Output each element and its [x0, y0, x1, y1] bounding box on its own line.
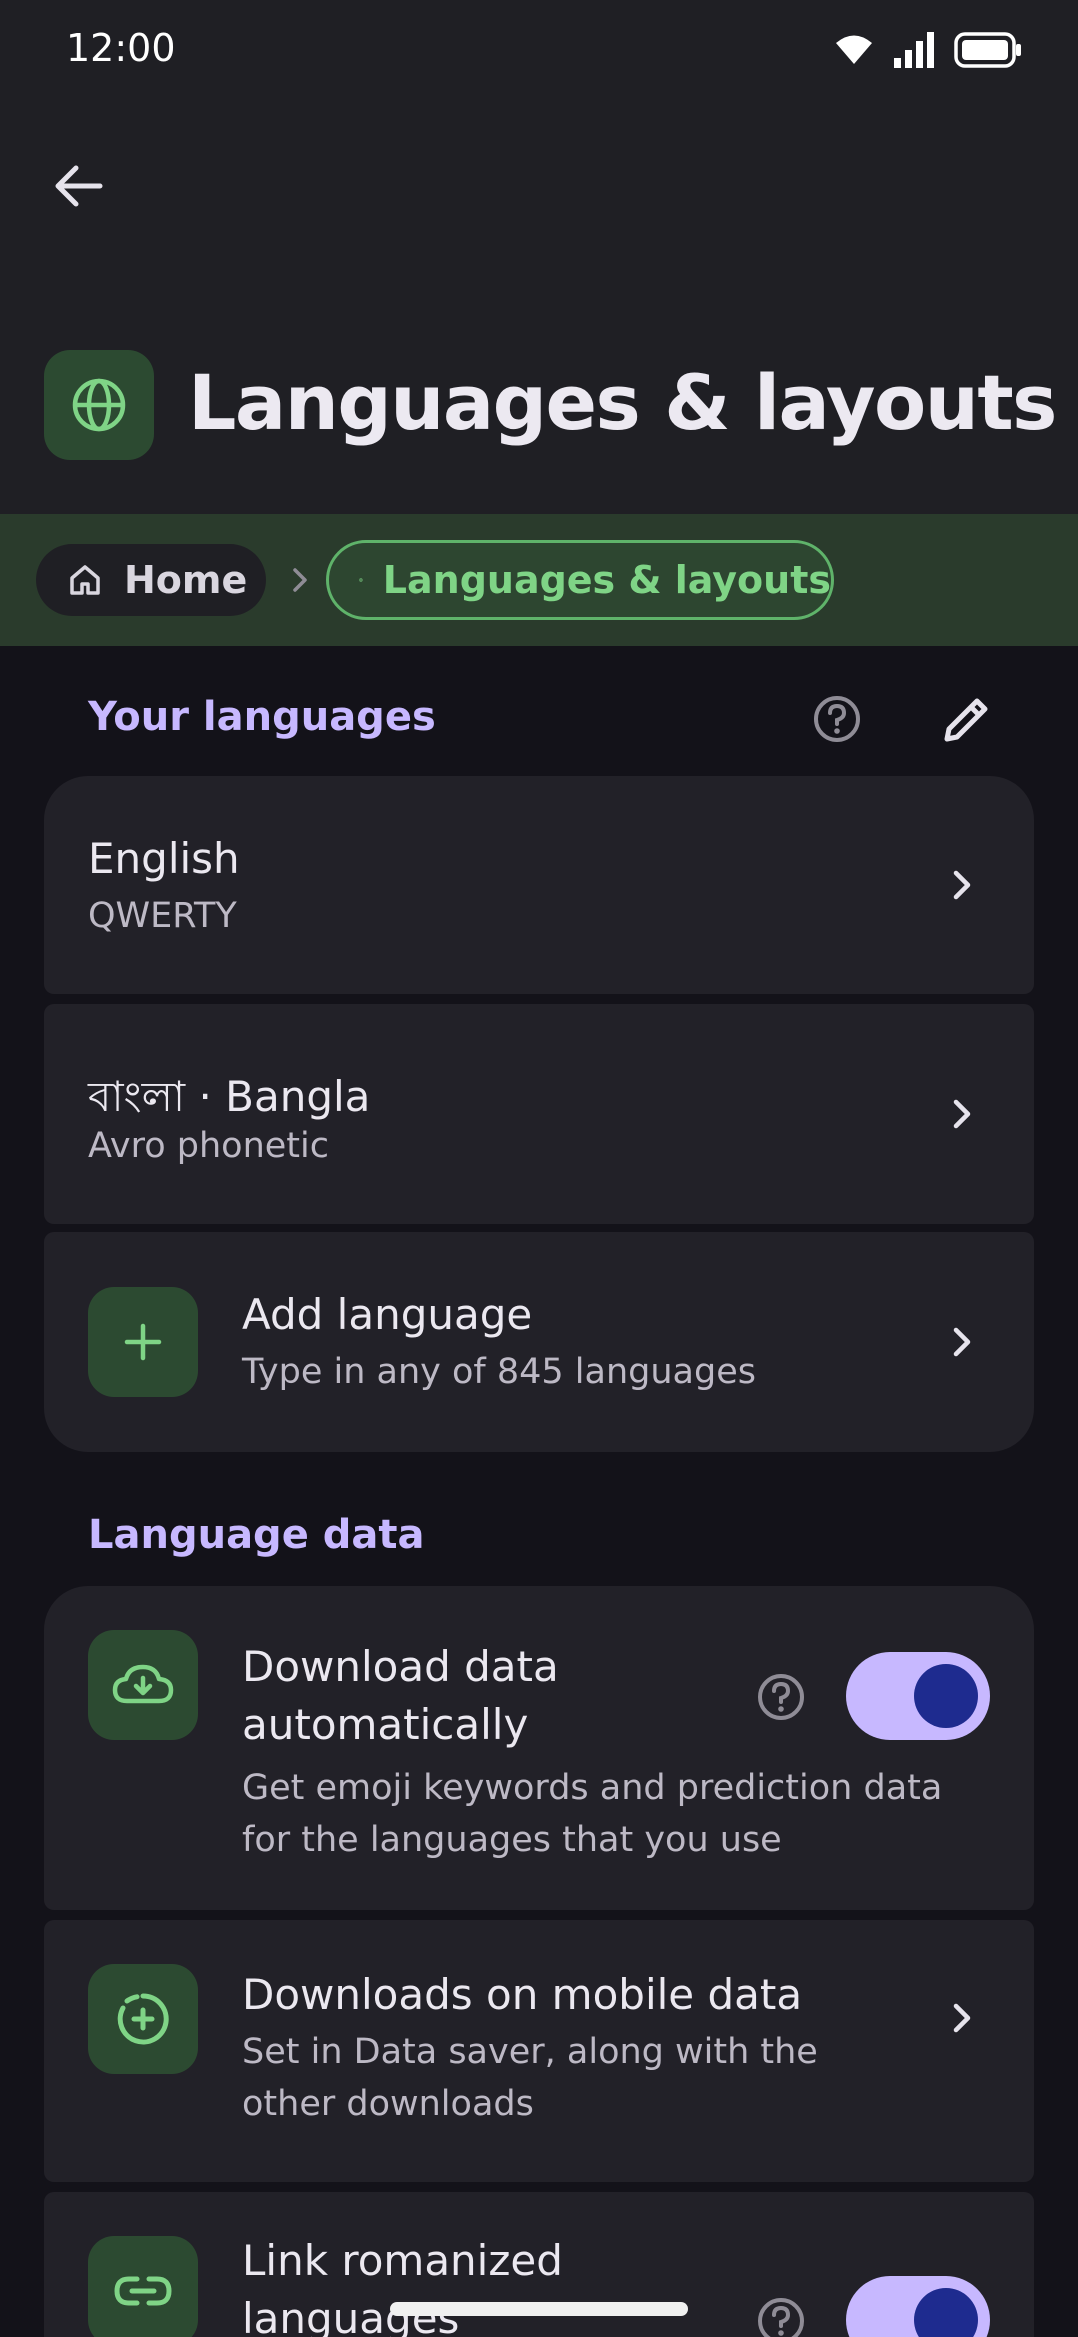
toggle-knob — [914, 1664, 978, 1728]
back-button[interactable] — [40, 148, 116, 224]
help-circle-icon — [758, 2298, 804, 2337]
add-language-title: Add language — [242, 1290, 533, 1339]
wifi-icon — [836, 35, 872, 64]
mobile-data-subtitle-line1: Set in Data saver, along with the — [242, 2032, 818, 2072]
help-button[interactable] — [802, 684, 872, 754]
data-saver-icon — [117, 1993, 169, 2045]
pencil-icon — [944, 698, 988, 742]
cloud-download-badge — [88, 1630, 198, 1740]
link-icon — [114, 2276, 172, 2306]
home-icon — [70, 565, 100, 595]
help-circle-icon — [758, 1674, 804, 1720]
status-bar: 12:00 — [0, 0, 1078, 96]
breadcrumb-home-label: Home — [124, 558, 248, 602]
plus-icon — [124, 1323, 162, 1361]
add-language-subtitle: Type in any of 845 languages — [242, 1352, 756, 1392]
language-item-subtitle: QWERTY — [88, 896, 237, 936]
breadcrumb-current-label: Languages & layouts — [382, 558, 831, 602]
download-auto-title-line1: Download data — [242, 1642, 559, 1691]
breadcrumb-home[interactable]: Home — [36, 544, 266, 616]
section-header-language-data: Language data — [88, 1512, 425, 1558]
help-button[interactable] — [746, 1662, 816, 1732]
downloads-mobile-data-item[interactable]: Downloads on mobile data Set in Data sav… — [44, 1920, 1034, 2182]
chevron-right-icon — [953, 1327, 971, 1357]
download-auto-title-line2: automatically — [242, 1700, 529, 1749]
status-time: 12:00 — [66, 26, 176, 70]
edit-languages-button[interactable] — [932, 684, 1002, 754]
section-header-your-languages: Your languages — [88, 694, 436, 740]
help-button[interactable] — [746, 2286, 816, 2337]
chevron-right-icon — [293, 568, 307, 592]
title-globe-badge — [44, 350, 154, 460]
app-bar: Languages & layouts — [0, 96, 1078, 514]
arrow-back-icon — [55, 165, 103, 207]
data-saver-badge — [88, 1964, 198, 2074]
download-auto-toggle[interactable] — [846, 1652, 990, 1740]
language-item-bangla[interactable]: বাংলা · Bangla Avro phonetic — [44, 1004, 1034, 1224]
battery-icon — [954, 32, 1021, 68]
language-item-subtitle: Avro phonetic — [88, 1126, 329, 1166]
help-circle-icon — [814, 696, 860, 742]
globe-icon — [72, 378, 126, 432]
link-romanized-title-line1: Link romanized — [242, 2236, 563, 2285]
download-data-automatically-item[interactable]: Download data automatically Get emoji ke… — [44, 1586, 1034, 1910]
status-icons — [834, 28, 1022, 72]
chevron-right-icon — [953, 1099, 971, 1129]
mobile-data-title: Downloads on mobile data — [242, 1970, 803, 2019]
link-romanized-toggle[interactable] — [846, 2276, 990, 2337]
page-title: Languages & layouts — [188, 358, 1057, 447]
download-auto-subtitle-line2: for the languages that you use — [242, 1820, 782, 1860]
signal-icon — [894, 32, 934, 68]
gesture-home-indicator[interactable] — [390, 2302, 688, 2316]
cloud-download-icon — [112, 1664, 174, 1704]
toggle-knob — [914, 2288, 978, 2337]
mobile-data-subtitle-line2: other downloads — [242, 2084, 534, 2124]
chevron-right-icon — [953, 2003, 971, 2033]
link-badge — [88, 2236, 198, 2337]
download-auto-subtitle-line1: Get emoji keywords and prediction data — [242, 1768, 943, 1808]
breadcrumb: Home Languages & layouts — [0, 514, 1078, 646]
chevron-right-icon — [953, 870, 971, 900]
breadcrumb-current[interactable]: Languages & layouts — [326, 540, 834, 620]
globe-icon — [359, 578, 363, 582]
language-item-english[interactable]: English QWERTY — [44, 776, 1034, 994]
add-language-item[interactable]: Add language Type in any of 845 language… — [44, 1232, 1034, 1452]
language-item-title: English — [88, 834, 240, 883]
add-icon-badge — [88, 1287, 198, 1397]
screen: 12:00 Languages & layouts Home Languages… — [0, 0, 1078, 2337]
